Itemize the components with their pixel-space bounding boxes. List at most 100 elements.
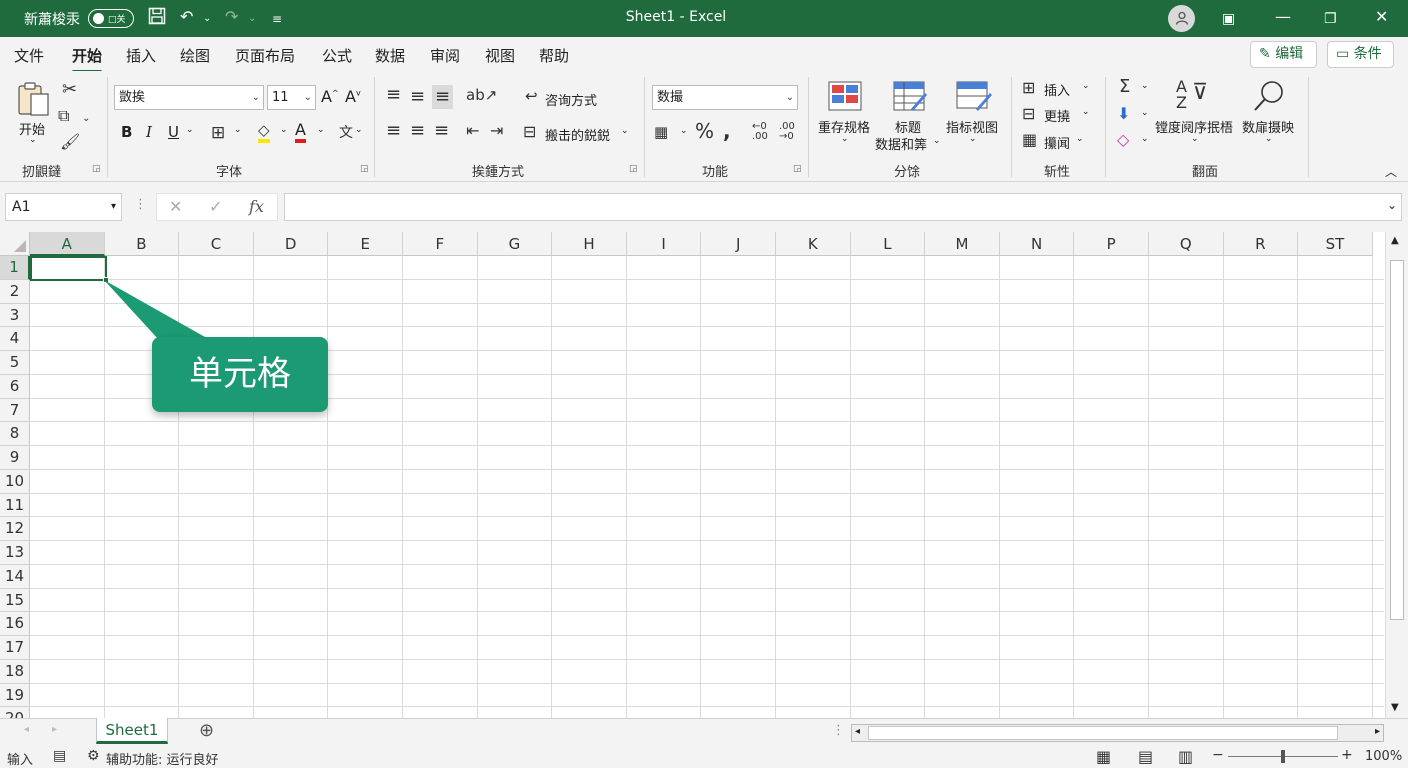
zoom-out-icon[interactable]: − [1212,747,1224,763]
column-header-q[interactable]: Q [1149,232,1224,256]
percent-icon[interactable]: % [695,121,714,141]
row-header-19[interactable]: 19 [0,683,30,708]
decrease-indent-icon[interactable]: ⇤ [466,121,479,141]
increase-font-icon[interactable]: A^ [321,87,339,106]
macro-record-icon[interactable]: ▤ [53,748,66,764]
sheet-tab-sheet1[interactable]: Sheet1 [96,718,168,744]
align-bottom-icon[interactable]: ≡ [432,85,454,109]
column-header-p[interactable]: P [1074,232,1149,256]
find-dropdown-icon[interactable]: ⌄ [1265,134,1273,144]
vertical-scrollbar[interactable]: ▲ ▼ [1385,232,1408,718]
column-header-e[interactable]: E [328,232,403,256]
tab-page-layout[interactable]: 页面布局 [235,45,295,66]
delete-cells-icon[interactable]: ⊟ [1022,104,1035,124]
accounting-dropdown-icon[interactable]: ⌄ [680,126,688,136]
orientation-icon[interactable]: ab↗ [466,85,497,105]
font-launcher-icon[interactable]: ◲ [360,164,369,174]
font-name-dropdown[interactable]: 敳挨 ⌄ [114,85,264,110]
tab-formulas[interactable]: 公式 [322,45,352,66]
name-box[interactable]: A1 ▾ [5,193,122,221]
italic-button[interactable]: I [146,123,152,141]
h-scroll-thumb[interactable] [868,726,1338,740]
paste-dropdown-icon[interactable]: ⌄ [29,135,37,145]
delete-dropdown-icon[interactable]: ⌄ [1082,107,1090,117]
column-header-i[interactable]: I [626,232,702,256]
cond-format-dropdown-icon[interactable]: ⌄ [841,134,849,144]
sort-filter-icon[interactable]: AZ [1176,79,1187,111]
wrap-text-button[interactable]: 咨询方式 [545,90,597,109]
add-sheet-icon[interactable]: ⊕ [199,720,214,741]
column-header-f[interactable]: F [403,232,478,256]
font-color-dropdown-icon[interactable]: ⌄ [317,125,325,135]
drag-handle-icon[interactable]: ⋮ [134,197,147,212]
tab-file[interactable]: 文件 [14,45,44,66]
filter-funnel-icon[interactable]: ⊽ [1192,82,1208,104]
row-header-3[interactable]: 3 [0,303,30,328]
cancel-icon[interactable]: ✕ [169,197,182,216]
insert-dropdown-icon[interactable]: ⌄ [1082,81,1090,91]
row-header-5[interactable]: 5 [0,351,30,375]
row-header-11[interactable]: 11 [0,493,30,518]
column-header-g[interactable]: G [477,232,553,256]
tab-view[interactable]: 视图 [485,45,515,66]
cut-icon[interactable]: ✂ [62,80,77,100]
insert-cells-button[interactable]: 插入 [1044,80,1070,99]
close-icon[interactable]: ✕ [1375,7,1388,27]
table-dropdown-icon[interactable]: ⌄ [933,136,941,146]
row-header-14[interactable]: 14 [0,564,30,589]
row-header-4[interactable]: 4 [0,327,30,351]
tab-review[interactable]: 审阅 [430,45,460,66]
row-header-7[interactable]: 7 [0,398,30,423]
cell-styles-icon[interactable] [956,81,992,118]
row-header-17[interactable]: 17 [0,636,30,660]
bold-button[interactable]: B [121,123,132,141]
row-header-20[interactable]: 20 [0,707,30,718]
format-cells-button[interactable]: 攥闻 [1044,133,1070,152]
align-left-icon[interactable]: ≡ [386,121,401,141]
row-header-2[interactable]: 2 [0,279,30,304]
row-header-16[interactable]: 16 [0,612,30,636]
align-center-icon[interactable]: ≡ [410,121,425,141]
scroll-thumb[interactable] [1390,260,1404,620]
number-launcher-icon[interactable]: ◲ [793,164,802,174]
find-select-icon[interactable] [1252,79,1286,118]
page-layout-view-icon[interactable]: ▤ [1138,747,1153,766]
underline-dropdown-icon[interactable]: ⌄ [186,125,194,135]
tab-home[interactable]: 开始 [72,45,103,73]
phonetic-icon[interactable]: 文 [339,123,353,143]
insert-cells-icon[interactable]: ⊞ [1022,78,1035,98]
merge-center-button[interactable]: 搬击的鋭鋭 [545,125,610,144]
merge-center-icon[interactable]: ⊟ [523,122,536,142]
column-header-n[interactable]: N [999,232,1075,256]
column-header-l[interactable]: L [850,232,926,256]
column-header-c[interactable]: C [179,232,254,256]
copy-dropdown-icon[interactable]: ⌄ [82,109,90,129]
increase-decimal-icon[interactable]: ←0.00 [752,122,768,142]
active-cell-a1[interactable] [30,256,109,283]
cell-styles-dropdown-icon[interactable]: ⌄ [969,134,977,144]
row-header-18[interactable]: 18 [0,659,30,684]
column-header-st[interactable]: ST [1298,232,1373,256]
decrease-decimal-icon[interactable]: .00 →0 [779,122,795,142]
clear-icon[interactable]: ◇ [1117,130,1129,150]
column-header-d[interactable]: D [253,232,329,256]
fill-handle[interactable] [103,277,109,283]
prev-sheet-icon[interactable]: ◂ [24,724,29,735]
fill-color-icon[interactable]: ◇ [258,121,270,143]
fill-color-dropdown-icon[interactable]: ⌄ [280,125,288,135]
font-size-dropdown[interactable]: 11 ⌄ [267,85,316,110]
font-color-icon[interactable]: A [295,121,306,143]
delete-cells-button[interactable]: 更撓 [1044,106,1070,125]
column-header-k[interactable]: K [776,232,851,256]
borders-icon[interactable]: ⊞ [211,123,225,143]
comma-style-icon[interactable]: , [723,121,731,141]
phonetic-dropdown-icon[interactable]: ⌄ [355,125,363,135]
accounting-format-icon[interactable]: ▦ [654,122,668,142]
tab-help[interactable]: 帮助 [539,45,569,66]
zoom-slider-thumb[interactable] [1281,750,1285,763]
tab-insert[interactable]: 插入 [126,45,156,66]
align-top-icon[interactable]: ≡ [386,85,401,105]
clear-dropdown-icon[interactable]: ⌄ [1141,134,1149,144]
scroll-right-icon[interactable]: ▸ [1375,726,1380,737]
merge-dropdown-icon[interactable]: ⌄ [621,126,629,136]
